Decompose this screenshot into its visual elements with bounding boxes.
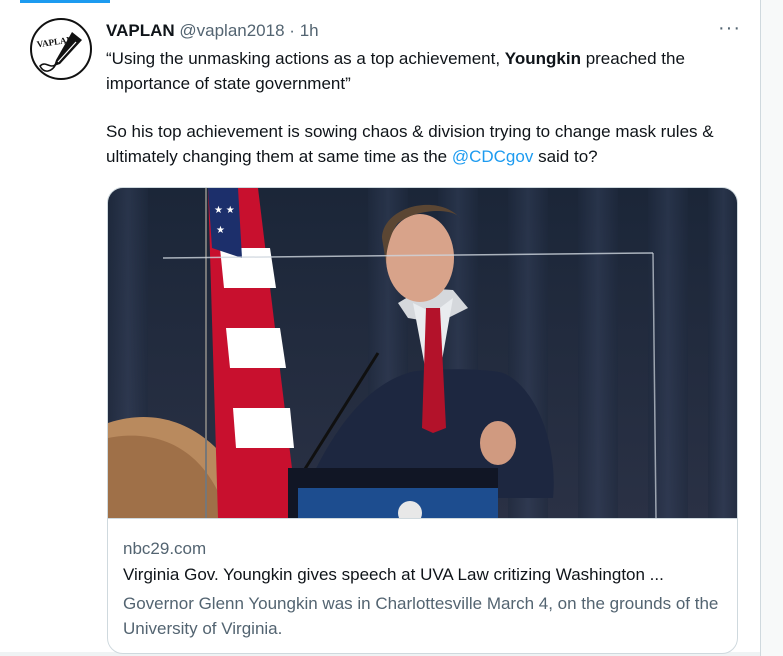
- tweet-timestamp[interactable]: 1h: [300, 21, 319, 40]
- link-card[interactable]: ★ ★ ★ nbc29.com Virginia Gov. Youngkin g…: [107, 187, 738, 654]
- tweet-paragraph-1: “Using the unmasking actions as a top ac…: [106, 47, 746, 96]
- avatar-logo-icon: VAPLAN: [36, 32, 82, 72]
- tweet-text-segment: So his top achievement is sowing chaos &…: [106, 122, 714, 166]
- more-options-button[interactable]: ···: [718, 17, 741, 40]
- card-image[interactable]: ★ ★ ★: [108, 188, 738, 518]
- card-body[interactable]: nbc29.com Virginia Gov. Youngkin gives s…: [108, 518, 737, 638]
- tweet-text-segment: “Using the unmasking actions as a top ac…: [106, 49, 505, 68]
- tweet-text-segment: said to?: [533, 146, 598, 166]
- tweet-header: VAPLAN @vaplan2018 · 1h: [106, 20, 319, 42]
- tab-indicator: [20, 0, 110, 3]
- author-handle[interactable]: @vaplan2018: [179, 21, 284, 40]
- svg-text:★ ★: ★ ★: [214, 205, 235, 216]
- separator: ·: [289, 21, 295, 40]
- card-domain: nbc29.com: [123, 539, 207, 558]
- author-name[interactable]: VAPLAN: [106, 21, 175, 40]
- mention-link[interactable]: @CDCgov: [452, 147, 534, 166]
- svg-text:★: ★: [216, 225, 225, 236]
- card-description: Governor Glenn Youngkin was in Charlotte…: [123, 594, 719, 638]
- tweet-bold-text: Youngkin: [504, 49, 581, 68]
- tweet-paragraph-2: So his top achievement is sowing chaos &…: [106, 120, 746, 169]
- avatar[interactable]: VAPLAN: [30, 18, 92, 80]
- tweet-text: “Using the unmasking actions as a top ac…: [106, 47, 746, 169]
- card-title[interactable]: Virginia Gov. Youngkin gives speech at U…: [123, 565, 664, 585]
